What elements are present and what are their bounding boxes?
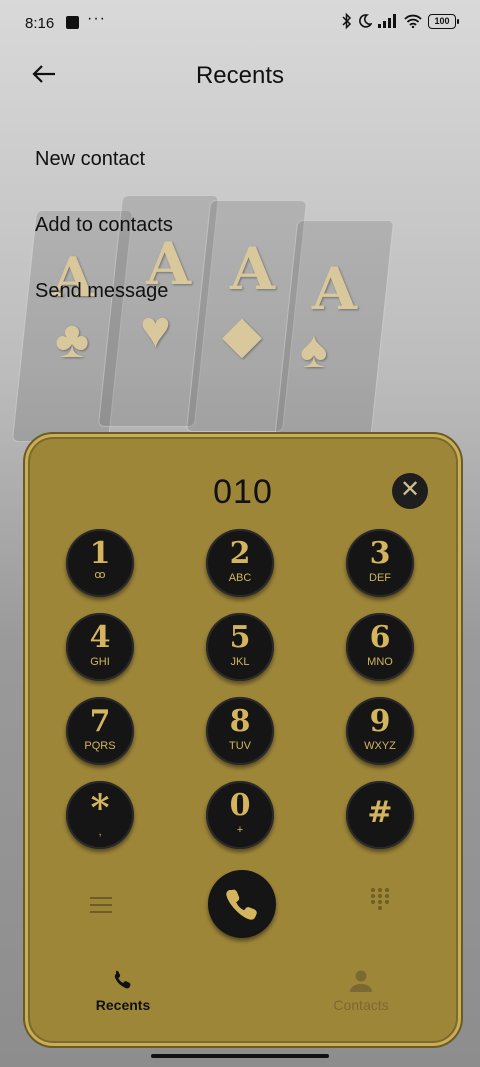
key-letters: ABC	[228, 572, 252, 584]
menu-add-to-contacts[interactable]: Add to contacts	[35, 214, 173, 237]
menu-new-contact[interactable]: New contact	[35, 148, 145, 171]
key-digit: 6	[369, 620, 391, 655]
key-digit: 4	[89, 620, 111, 655]
ace-letter: A	[230, 235, 276, 303]
wifi-icon	[404, 14, 422, 28]
menu-icon[interactable]	[90, 892, 112, 918]
key-letters: MNO	[367, 656, 393, 668]
key-digit: 2	[229, 536, 251, 571]
key-digit: 7	[89, 704, 111, 739]
key-letters: WXYZ	[364, 740, 396, 752]
dialpad-panel: 010 ✕ 1 ꝏ 2 ABC 3 DEF 4 GHI 5 JKL 6 MNO …	[25, 434, 461, 1046]
key-1[interactable]: 1 ꝏ	[66, 529, 134, 597]
phone-icon	[226, 889, 257, 920]
dialpad-icon[interactable]	[371, 888, 391, 912]
key-digit: 3	[369, 536, 391, 571]
key-2[interactable]: 2 ABC	[206, 529, 274, 597]
page-title: Recents	[195, 62, 285, 89]
key-8[interactable]: 8 TUV	[206, 697, 274, 765]
key-digit: 9	[369, 704, 391, 739]
do-not-disturb-moon-icon	[359, 14, 372, 28]
call-button[interactable]	[208, 870, 276, 938]
ace-letter: A	[312, 255, 358, 323]
key-letters: ,	[98, 826, 102, 838]
tab-contacts[interactable]: Contacts	[296, 967, 426, 1013]
signal-icon	[378, 14, 396, 28]
key-digit: *	[90, 787, 110, 829]
status-time: 8:16	[25, 15, 55, 32]
key-letters: PQRS	[84, 740, 116, 752]
key-digit: 1	[89, 536, 111, 571]
voicemail-icon: ꝏ	[94, 569, 106, 581]
key-0[interactable]: 0 +	[206, 781, 274, 849]
more-notifications-icon: ···	[87, 10, 106, 27]
phone-icon	[114, 970, 131, 989]
key-digit: 5	[229, 620, 251, 655]
battery-icon: 100	[428, 13, 459, 29]
clear-icon[interactable]: ✕	[392, 473, 428, 509]
tab-label: Contacts	[333, 997, 389, 1013]
key-letters: JKL	[230, 656, 250, 668]
key-digit: 0	[229, 788, 251, 823]
key-star[interactable]: * ,	[66, 781, 134, 849]
key-3[interactable]: 3 DEF	[346, 529, 414, 597]
key-letters: DEF	[369, 572, 391, 584]
key-5[interactable]: 5 JKL	[206, 613, 274, 681]
key-letters: TUV	[229, 740, 251, 752]
key-digit: 8	[229, 704, 251, 739]
key-hash[interactable]: #	[346, 781, 414, 849]
menu-send-message[interactable]: Send message	[35, 280, 168, 303]
key-letters: GHI	[90, 656, 110, 668]
diamond-icon: ◆	[222, 306, 262, 364]
club-icon: ♣	[55, 311, 90, 369]
spade-icon: ♠	[300, 321, 328, 379]
key-4[interactable]: 4 GHI	[66, 613, 134, 681]
status-bar: 8:16 ··· 100	[0, 0, 480, 46]
key-7[interactable]: 7 PQRS	[66, 697, 134, 765]
key-letters: +	[236, 824, 244, 836]
tab-label: Recents	[95, 997, 151, 1013]
person-icon	[350, 970, 372, 992]
notification-icon	[66, 16, 79, 29]
bluetooth-icon	[342, 13, 352, 29]
tab-recents[interactable]: Recents	[58, 967, 188, 1013]
heart-icon: ♥	[140, 301, 171, 359]
key-9[interactable]: 9 WXYZ	[346, 697, 414, 765]
key-digit: #	[367, 795, 393, 830]
status-icons: 100	[342, 13, 459, 29]
key-6[interactable]: 6 MNO	[346, 613, 414, 681]
home-indicator[interactable]	[151, 1054, 329, 1058]
